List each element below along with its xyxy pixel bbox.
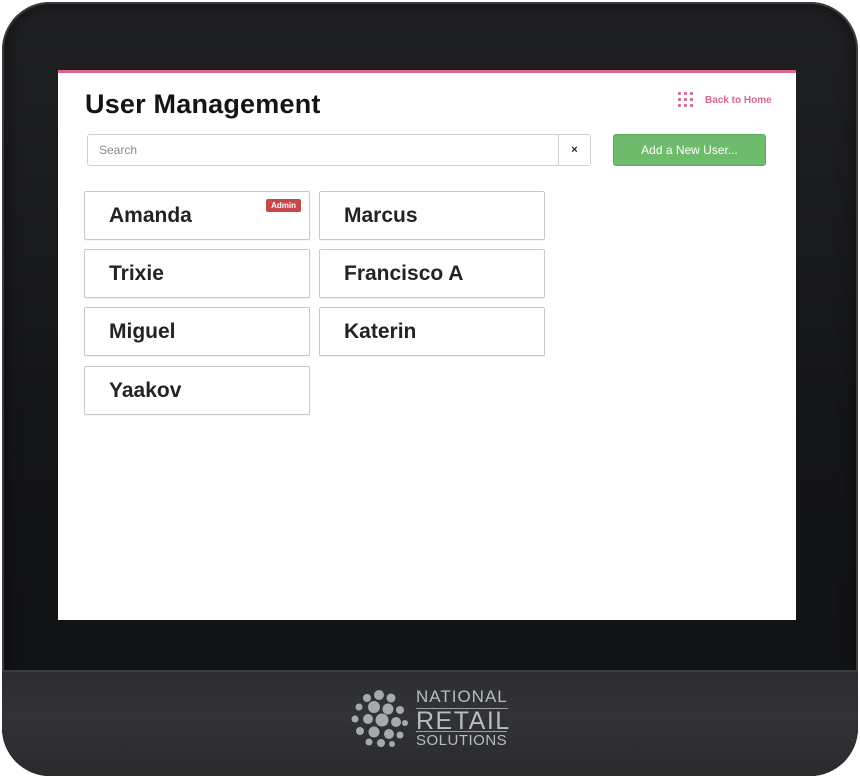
add-new-user-button[interactable]: Add a New User... — [613, 134, 766, 166]
page-title: User Management — [85, 89, 321, 119]
user-card-miguel[interactable]: Miguel — [84, 307, 310, 356]
user-card-yaakov[interactable]: Yaakov — [84, 366, 310, 415]
clear-search-button[interactable]: × — [558, 135, 590, 165]
user-card-francisco-a[interactable]: Francisco A — [319, 249, 545, 298]
back-to-home-label: Back to Home — [705, 94, 772, 106]
app-screen: User Management Back to Home × Add a New… — [58, 70, 796, 620]
brand-line-solutions: SOLUTIONS — [416, 731, 508, 749]
grid-icon — [678, 91, 695, 109]
brand-sphere-icon — [351, 690, 408, 747]
user-card-amanda[interactable]: Amanda Admin — [84, 191, 310, 240]
user-name: Trixie — [109, 262, 164, 285]
user-card-marcus[interactable]: Marcus — [319, 191, 545, 240]
user-card-trixie[interactable]: Trixie — [84, 249, 310, 298]
user-name: Yaakov — [109, 379, 182, 402]
user-name: Francisco A — [344, 262, 464, 285]
tablet-device-frame: User Management Back to Home × Add a New… — [2, 2, 858, 776]
search-input[interactable] — [88, 135, 558, 165]
search-bar: × — [87, 134, 591, 166]
user-name: Amanda — [109, 204, 192, 227]
brand-wordmark: NATIONAL RETAIL SOLUTIONS — [416, 685, 544, 751]
user-name: Katerin — [344, 320, 417, 343]
back-to-home-link[interactable]: Back to Home — [678, 90, 772, 110]
user-name: Marcus — [344, 204, 418, 227]
brand-logo: NATIONAL RETAIL SOLUTIONS — [346, 685, 546, 755]
brand-line-national: NATIONAL — [416, 687, 508, 709]
user-card-katerin[interactable]: Katerin — [319, 307, 545, 356]
user-name: Miguel — [109, 320, 176, 343]
admin-badge: Admin — [266, 199, 301, 212]
